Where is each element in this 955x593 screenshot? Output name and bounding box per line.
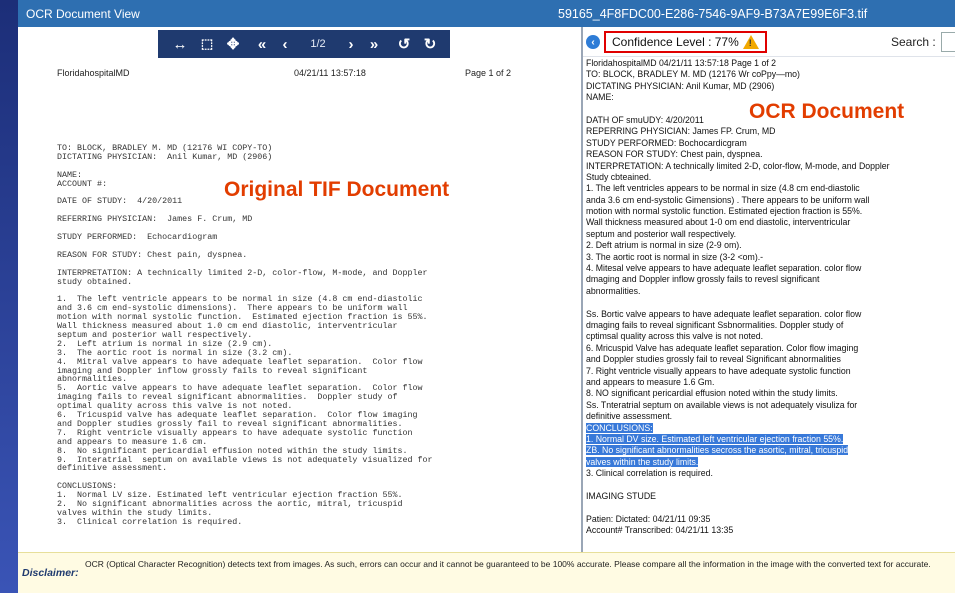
ocr-line: IMAGING STUDE (586, 490, 657, 501)
last-page-icon[interactable]: » (362, 30, 386, 58)
ocr-annotation: OCR Document (749, 100, 905, 123)
ocr-line: 4. Mitesal velve appears to have adequat… (586, 263, 862, 274)
ocr-line: anda 3.6 cm end-systolic Gimensions) . T… (586, 194, 870, 205)
page-indicator[interactable]: 1/2 (300, 30, 336, 58)
ocr-line: and appears to measure 1.6 Gm. (586, 376, 715, 387)
ocr-line: Ss. Tnteratrial septum on available view… (586, 399, 858, 410)
rotate-left-icon[interactable]: ↺ (392, 30, 416, 58)
ocr-line: Study cbteained. (586, 171, 652, 182)
tif-header-left: FloridahospitalMD (57, 68, 130, 78)
ocr-line: CONCLUSIONS: (586, 422, 653, 433)
fit-width-icon[interactable]: ↔ (166, 30, 194, 58)
pan-move-icon[interactable]: ✥ (220, 30, 246, 58)
next-page-icon[interactable]: › (340, 30, 362, 58)
first-page-icon[interactable]: « (250, 30, 274, 58)
ocr-line: Ss. Bortic valve appears to have adequat… (586, 308, 862, 319)
ocr-line: motion with normal systolic function. Es… (586, 206, 863, 217)
tif-header-right: Page 1 of 2 (465, 68, 512, 78)
tif-header-center: 04/21/11 13:57:18 (294, 68, 366, 78)
confidence-label: Confidence Level : 77% (612, 35, 739, 49)
ocr-line: ZB. No significant abnormalities secross… (586, 445, 849, 456)
disclaimer-label: Disclaimer: (22, 567, 79, 579)
ocr-line: dmaging and Doppler inflow grossly fails… (586, 274, 820, 285)
ocr-line: Wall thickness measured about 1-0 om end… (586, 217, 851, 228)
tif-line: STUDY PERFORMED: Echocardiogram (57, 232, 218, 242)
collapse-arrow-icon[interactable]: ‹ (586, 35, 600, 49)
ocr-line: INTERPRETATION: A technically limited 2-… (586, 160, 890, 171)
search-label: Search : (891, 35, 936, 49)
ocr-line: dmaging fails to reveal significant Ssbn… (586, 319, 844, 330)
ocr-body[interactable]: FloridahospitalMD 04/21/11 13:57:18 Page… (586, 58, 952, 536)
ocr-line: Patien: Dictated: 04/21/11 09:35 (586, 513, 711, 524)
ocr-line: definitive assessment. (586, 411, 673, 422)
ocr-line: DICTATING PHYSICIAN: Anil Kumar, MD (290… (586, 80, 775, 91)
warning-icon: ! (742, 35, 759, 49)
ocr-line: cptimsal quality across this valve is no… (586, 331, 764, 342)
ocr-line: 8. NO significant pericardial effusion n… (586, 388, 838, 399)
ocr-line: STUDY PERFORMED: Bochocardicgram (586, 137, 747, 148)
tif-document: FloridahospitalMD 04/21/11 13:57:18 Page… (18, 61, 581, 552)
prev-page-icon[interactable]: ‹ (274, 30, 296, 58)
ocr-line (586, 502, 952, 513)
ocr-toolbar: ‹ Confidence Level : 77% ! Search : (583, 27, 955, 57)
ocr-line: septum and posterior wall respectively. (586, 228, 737, 239)
ocr-line: and Doppler studies grossly fail to reve… (586, 354, 841, 365)
ocr-line: 1. The left ventricles appears to be nor… (586, 183, 860, 194)
ocr-line: 1. Normal DV size. Estimated left ventri… (586, 433, 844, 444)
ocr-document-window: OCR Document View 59165_4F8FDC00-E286-75… (18, 0, 955, 593)
window-title: OCR Document View (26, 7, 140, 21)
disclaimer-text: OCR (Optical Character Recognition) dete… (85, 559, 931, 569)
ocr-line: 7. Right ventricle visually appears to h… (586, 365, 851, 376)
tif-line: REASON FOR STUDY: Chest pain, dyspnea. (57, 249, 248, 260)
ocr-line: 3. Clinical correlation is required. (586, 468, 713, 479)
ocr-line: Account# Transcribed: 04/21/11 13:35 (586, 525, 734, 536)
ocr-line: FloridahospitalMD 04/21/11 13:57:18 Page… (586, 58, 777, 68)
rotate-right-icon[interactable]: ↻ (418, 30, 442, 58)
tif-annotation: Original TIF Document (224, 178, 450, 201)
search-input[interactable] (941, 32, 955, 52)
tif-line: DICTATING PHYSICIAN: Anil Kumar, MD (290… (57, 151, 273, 162)
ocr-line: abnormalities. (586, 285, 641, 296)
title-bar: OCR Document View 59165_4F8FDC00-E286-75… (18, 0, 955, 27)
tif-line: ACCOUNT #: (57, 178, 108, 189)
ocr-pane: ‹ Confidence Level : 77% ! Search : Flor… (583, 27, 955, 552)
select-region-icon[interactable]: ⬚ (194, 30, 220, 58)
ocr-line: REPERRING PHYSICIAN: James FP. Crum, MD (586, 126, 776, 137)
tif-line: REFERRING PHYSICIAN: James F. Crum, MD (57, 214, 253, 225)
ocr-line: 6. Mricuspid Valve has adequate leaflet … (586, 342, 859, 353)
ocr-line (586, 479, 952, 490)
ocr-line (586, 297, 952, 308)
desktop-edge (0, 0, 18, 593)
ocr-line: 2. Deft atrium is normal in size (2-9 om… (586, 240, 742, 251)
ocr-line: 3. The aortic root is normal in size (3-… (586, 251, 764, 262)
tif-line: definitive assessment. (57, 463, 168, 474)
ocr-line: REASON FOR STUDY: Chest pain, dyspnea. (586, 149, 763, 160)
tif-line: DATE OF STUDY: 4/20/2011 (57, 196, 183, 207)
viewer-toolbar: ↔ ⬚ ✥ « ‹ 1/2 › » ↺ ↻ (18, 27, 581, 61)
tif-pane: ↔ ⬚ ✥ « ‹ 1/2 › » ↺ ↻ FloridahospitalMD … (18, 27, 581, 552)
document-filename: 59165_4F8FDC00-E286-7546-9AF9-B73A7E99E6… (558, 7, 868, 21)
tif-line: study obtained. (57, 276, 133, 287)
ocr-line: valves within the study limits. (586, 456, 699, 467)
disclaimer-bar: Disclaimer: OCR (Optical Character Recog… (18, 552, 955, 593)
tif-line: 3. Clinical correlation is required. (57, 516, 243, 527)
confidence-level: Confidence Level : 77% ! (604, 31, 767, 53)
ocr-line: TO: BLOCK, BRADLEY M. MD (12176 Wr coPpy… (586, 69, 800, 80)
